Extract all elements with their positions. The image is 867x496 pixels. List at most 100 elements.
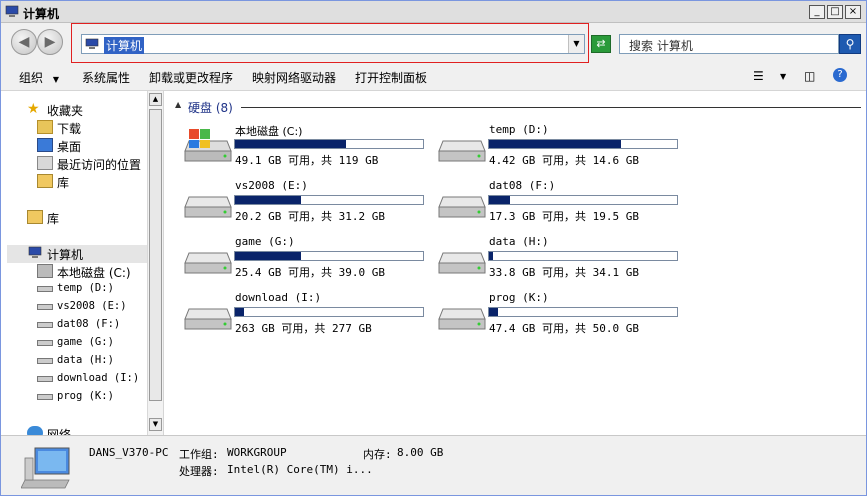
drive-usage-fill	[489, 196, 510, 204]
workgroup-value: WORKGROUP	[227, 446, 287, 459]
drive-tile[interactable]: download (I:) 263 GB 可用，共 277 GB	[183, 291, 435, 341]
search-input[interactable]: 搜索 计算机	[619, 34, 839, 54]
sidebar-label: 桌面	[57, 140, 82, 154]
scroll-down-button[interactable]: ▼	[149, 418, 162, 431]
hard-drive-icon	[37, 376, 53, 382]
sidebar-label: game (G:)	[57, 336, 114, 348]
scroll-thumb[interactable]	[149, 109, 162, 401]
system-drive-icon	[184, 129, 232, 162]
map-network-drive-button[interactable]: 映射网络驱动器	[252, 69, 336, 86]
downloads-folder-icon	[37, 120, 53, 134]
collapse-triangle-icon[interactable]: ▲	[175, 100, 181, 109]
hard-drive-icon	[37, 358, 53, 364]
drive-tile[interactable]: prog (K:) 47.4 GB 可用，共 50.0 GB	[437, 291, 689, 341]
sidebar-label: 最近访问的位置	[57, 158, 142, 172]
drive-tile[interactable]: temp (D:) 4.42 GB 可用，共 14.6 GB	[437, 123, 689, 173]
drive-tile[interactable]: 本地磁盘 (C:) 49.1 GB 可用，共 119 GB	[183, 123, 435, 173]
group-label: 硬盘 (8)	[188, 101, 233, 115]
drive-free-space: 47.4 GB 可用，共 50.0 GB	[489, 322, 639, 335]
address-dropdown-button[interactable]: ▼	[568, 35, 584, 53]
drive-usage-bar	[488, 307, 678, 317]
sidebar-label: temp (D:)	[57, 282, 114, 294]
computer-icon	[5, 5, 19, 17]
chevron-down-icon: ▼	[152, 420, 159, 428]
drive-tile[interactable]: dat08 (F:) 17.3 GB 可用，共 19.5 GB	[437, 179, 689, 229]
cpu-value: Intel(R) Core(TM) i...	[227, 463, 373, 476]
drive-tile[interactable]: data (H:) 33.8 GB 可用，共 34.1 GB	[437, 235, 689, 285]
organize-button[interactable]: 组织 ▼	[19, 69, 59, 86]
group-divider	[241, 107, 861, 108]
drive-name: 本地磁盘 (C:)	[235, 125, 303, 138]
computer-icon	[85, 38, 99, 49]
sidebar-scrollbar[interactable]: ▲ ▼	[147, 91, 163, 435]
scroll-up-button[interactable]: ▲	[149, 93, 162, 106]
library-icon	[37, 174, 53, 188]
open-control-panel-button[interactable]: 打开控制面板	[355, 69, 427, 86]
drive-tile[interactable]: game (G:) 25.4 GB 可用，共 39.0 GB	[183, 235, 435, 285]
hard-drive-icon	[438, 308, 486, 330]
address-path[interactable]: 计算机	[104, 37, 145, 54]
drive-usage-fill	[489, 252, 493, 260]
close-button[interactable]: ×	[845, 5, 861, 19]
library-icon	[27, 210, 43, 224]
drive-usage-bar	[234, 251, 424, 261]
drive-free-space: 17.3 GB 可用，共 19.5 GB	[489, 210, 639, 223]
search-icon: ⚲	[845, 37, 855, 51]
preview-pane-icon[interactable]: ◫	[804, 69, 815, 83]
drive-usage-fill	[235, 140, 346, 148]
chevron-down-icon[interactable]: ▼	[780, 72, 786, 81]
command-bar: 组织 ▼ 系统属性 卸载或更改程序 映射网络驱动器 打开控制面板 ☰ ▼ ◫ ?	[1, 63, 866, 91]
hard-drive-icon	[438, 196, 486, 218]
drive-usage-fill	[235, 308, 245, 316]
title-bar: 计算机 _ □ ×	[1, 1, 866, 23]
minimize-button[interactable]: _	[809, 5, 825, 19]
details-pane: DANS_V370-PC 工作组: WORKGROUP 内存: 8.00 GB …	[1, 435, 866, 495]
organize-label: 组织	[19, 71, 44, 85]
sidebar-label: 下载	[57, 122, 82, 136]
drive-usage-bar	[234, 307, 424, 317]
drive-usage-bar	[488, 251, 678, 261]
sidebar-label: vs2008 (E:)	[57, 300, 127, 312]
view-options-icon[interactable]: ☰	[753, 69, 764, 83]
content-pane: ▲ 硬盘 (8) 本地磁盘 (C:) 49.1 GB 可用，共 119 GB tem…	[165, 91, 866, 435]
drive-usage-bar	[234, 139, 424, 149]
hard-drive-icon	[37, 304, 53, 310]
sidebar-label: 本地磁盘 (C:)	[57, 266, 131, 280]
drive-free-space: 25.4 GB 可用，共 39.0 GB	[235, 266, 385, 279]
drive-usage-bar	[488, 139, 678, 149]
drive-name: data (H:)	[489, 235, 549, 248]
hard-drive-icon	[438, 140, 486, 162]
search-placeholder: 搜索 计算机	[629, 39, 693, 53]
forward-button[interactable]: ▶	[37, 29, 63, 55]
drive-usage-fill	[235, 252, 301, 260]
window-title: 计算机	[23, 7, 60, 21]
help-icon[interactable]: ?	[833, 68, 847, 82]
drive-name: game (G:)	[235, 235, 295, 248]
drive-usage-fill	[489, 308, 499, 316]
memory-value: 8.00 GB	[397, 446, 444, 459]
sidebar-label: dat08 (F:)	[57, 318, 121, 330]
search-button[interactable]: ⚲	[839, 34, 861, 54]
hard-disk-group-header[interactable]: ▲ 硬盘 (8)	[173, 99, 863, 115]
sidebar-label: prog (K:)	[57, 390, 114, 402]
back-button[interactable]: ◀	[11, 29, 37, 55]
sidebar-label: data (H:)	[57, 354, 114, 366]
system-drive-icon	[37, 264, 53, 278]
arrow-right-icon: ▶	[44, 34, 56, 50]
refresh-button[interactable]: ⇄	[591, 35, 611, 53]
drive-free-space: 20.2 GB 可用，共 31.2 GB	[235, 210, 385, 223]
hard-drive-icon	[184, 252, 232, 274]
sidebar-label: 收藏夹	[47, 104, 84, 118]
system-properties-button[interactable]: 系统属性	[82, 69, 130, 86]
drive-free-space: 263 GB 可用，共 277 GB	[235, 322, 372, 335]
sidebar-label: 网络	[47, 428, 72, 435]
sidebar-label: 库	[47, 212, 60, 226]
address-input[interactable]: 计算机 ▼	[81, 34, 585, 54]
restore-button[interactable]: □	[827, 5, 843, 19]
computer-icon	[28, 246, 42, 258]
drive-name: temp (D:)	[489, 123, 549, 136]
drive-tile[interactable]: vs2008 (E:) 20.2 GB 可用，共 31.2 GB	[183, 179, 435, 229]
recent-places-icon	[37, 156, 53, 170]
refresh-icon: ⇄	[596, 37, 606, 50]
uninstall-program-button[interactable]: 卸载或更改程序	[149, 69, 233, 86]
